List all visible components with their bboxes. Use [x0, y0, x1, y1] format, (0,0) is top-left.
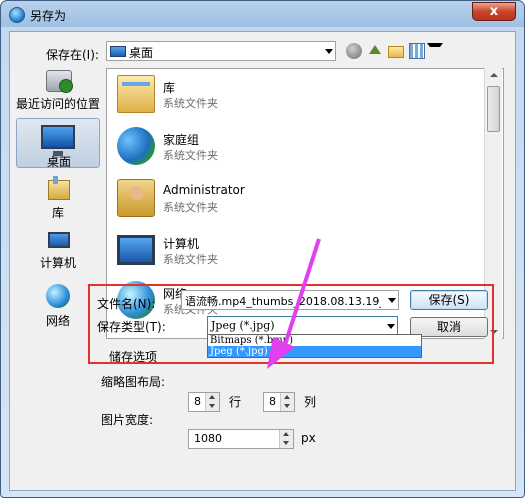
views-menu-chevron-icon[interactable] — [427, 43, 443, 59]
up-folder-icon[interactable] — [367, 43, 383, 59]
homegroup-icon — [117, 127, 155, 165]
cols-unit: 列 — [304, 395, 317, 409]
desktop-icon — [110, 46, 126, 57]
computer-icon — [48, 232, 70, 248]
title-bar[interactable]: 另存为 x — [1, 1, 524, 27]
new-folder-icon[interactable] — [388, 46, 404, 58]
desktop-icon — [41, 125, 75, 156]
spin-buttons-icon[interactable] — [205, 393, 219, 411]
scroll-thumb[interactable] — [487, 86, 500, 132]
views-icon[interactable] — [409, 43, 425, 59]
dialog-body: 保存在(I): 桌面 最近访问的位置 桌面 库 计算机 网络 库 系统文件夹 家… — [9, 31, 516, 491]
scroll-up-icon[interactable] — [490, 73, 498, 77]
save-in-label: 保存在(I): — [46, 48, 99, 62]
image-width-label: 图片宽度: — [101, 413, 154, 427]
highlight-box — [88, 284, 494, 364]
place-desktop[interactable]: 桌面 — [16, 118, 100, 169]
spin-buttons-icon[interactable] — [280, 393, 294, 411]
libraries-icon — [48, 176, 70, 200]
user-folder-icon — [117, 179, 155, 217]
rows-spinner[interactable]: 8 — [188, 392, 220, 412]
rows-value: 8 — [194, 395, 201, 408]
computer-icon — [117, 235, 155, 265]
item-name: Administrator — [163, 183, 245, 197]
chevron-down-icon[interactable] — [325, 49, 333, 54]
list-item[interactable]: 库 系统文件夹 — [115, 73, 415, 121]
place-recent[interactable]: 最近访问的位置 — [16, 68, 101, 111]
place-label: 桌面 — [46, 155, 71, 169]
item-name: 库 — [163, 81, 176, 95]
window-title: 另存为 — [30, 9, 67, 23]
item-type: 系统文件夹 — [163, 253, 218, 266]
item-type: 系统文件夹 — [163, 97, 218, 110]
item-type: 系统文件夹 — [163, 149, 218, 162]
network-icon — [46, 284, 70, 308]
place-label: 库 — [51, 206, 64, 220]
save-as-dialog: 另存为 x 保存在(I): 桌面 最近访问的位置 桌面 库 计算机 网络 库 系… — [0, 0, 525, 498]
save-in-value: 桌面 — [129, 46, 154, 60]
width-unit: px — [301, 431, 316, 445]
app-icon — [9, 7, 25, 23]
recent-places-icon — [46, 70, 73, 93]
place-computer[interactable]: 计算机 — [16, 230, 100, 272]
cols-value: 8 — [269, 395, 276, 408]
libraries-icon — [117, 75, 155, 113]
rows-unit: 行 — [229, 395, 242, 409]
image-width-value: 1080 — [194, 432, 222, 445]
item-name: 家庭组 — [163, 133, 200, 147]
close-button[interactable]: x — [472, 2, 516, 21]
place-label: 最近访问的位置 — [16, 97, 101, 111]
place-label: 计算机 — [39, 256, 76, 270]
navigation-toolbar — [346, 41, 443, 61]
image-width-spinner[interactable]: 1080 — [188, 429, 294, 449]
list-item[interactable]: Administrator 系统文件夹 — [115, 177, 415, 225]
list-item[interactable]: 家庭组 系统文件夹 — [115, 125, 415, 173]
thumbnail-layout-label: 缩略图布局: — [101, 375, 166, 389]
item-type: 系统文件夹 — [163, 201, 218, 214]
cols-spinner[interactable]: 8 — [263, 392, 295, 412]
save-in-combobox[interactable]: 桌面 — [106, 41, 336, 61]
item-name: 计算机 — [163, 237, 200, 251]
spin-buttons-icon[interactable] — [279, 430, 293, 448]
back-icon[interactable] — [346, 43, 362, 59]
place-libraries[interactable]: 库 — [16, 176, 100, 220]
list-item[interactable]: 计算机 系统文件夹 — [115, 229, 415, 277]
